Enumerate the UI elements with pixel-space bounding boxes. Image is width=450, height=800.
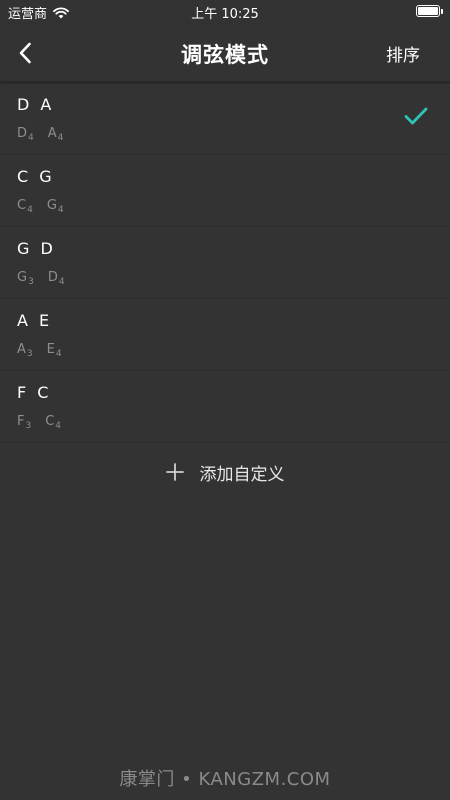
- note: D4: [47, 270, 65, 287]
- status-time: 上午 10:25: [191, 7, 259, 22]
- tuning-item-gd[interactable]: G D G3 D4: [0, 227, 450, 299]
- screen: 运营商 上午 10:25 调弦模式 排序 D A D4 A4 C G C4 G4…: [0, 0, 450, 800]
- add-custom-button[interactable]: 添加自定义: [0, 443, 450, 501]
- page-title: 调弦模式: [181, 43, 269, 67]
- battery-fill: [418, 7, 438, 15]
- tuning-notes: A3 E4: [17, 342, 62, 359]
- tuning-name: C G: [17, 167, 52, 186]
- note: A4: [47, 126, 64, 143]
- watermark: 康掌门 • KANGZM.COM: [119, 769, 331, 790]
- tuning-notes: F3 C4: [17, 414, 62, 431]
- status-bar: 运营商 上午 10:25: [0, 0, 450, 24]
- plus-icon: [165, 463, 184, 481]
- tuning-name: D A: [17, 95, 52, 114]
- tuning-name: G D: [17, 239, 53, 258]
- tuning-name: A E: [17, 311, 50, 330]
- tuning-item-cg[interactable]: C G C4 G4: [0, 155, 450, 227]
- note: G3: [17, 270, 34, 287]
- tuning-item-fc[interactable]: F C F3 C4: [0, 371, 450, 443]
- sort-button[interactable]: 排序: [386, 41, 420, 66]
- note: C4: [17, 198, 33, 215]
- note: E4: [46, 342, 62, 359]
- tuning-list: D A D4 A4 C G C4 G4 G D G3 D4 A E A3 E4 …: [0, 83, 450, 443]
- note: F3: [17, 414, 32, 431]
- tuning-notes: D4 A4: [17, 126, 64, 143]
- tuning-name: F C: [17, 383, 49, 402]
- note: A3: [17, 342, 33, 359]
- note: C4: [45, 414, 62, 431]
- note: D4: [17, 126, 34, 143]
- check-icon: [404, 107, 428, 125]
- tuning-notes: C4 G4: [17, 198, 64, 215]
- add-custom-label: 添加自定义: [199, 464, 285, 485]
- battery-tip: [441, 9, 443, 14]
- tuning-notes: G3 D4: [17, 270, 65, 287]
- battery-icon: [416, 5, 443, 17]
- note: G4: [46, 198, 64, 215]
- tuning-item-ae[interactable]: A E A3 E4: [0, 299, 450, 371]
- tuning-item-da[interactable]: D A D4 A4: [0, 83, 450, 155]
- nav-bar: 调弦模式 排序: [0, 24, 450, 82]
